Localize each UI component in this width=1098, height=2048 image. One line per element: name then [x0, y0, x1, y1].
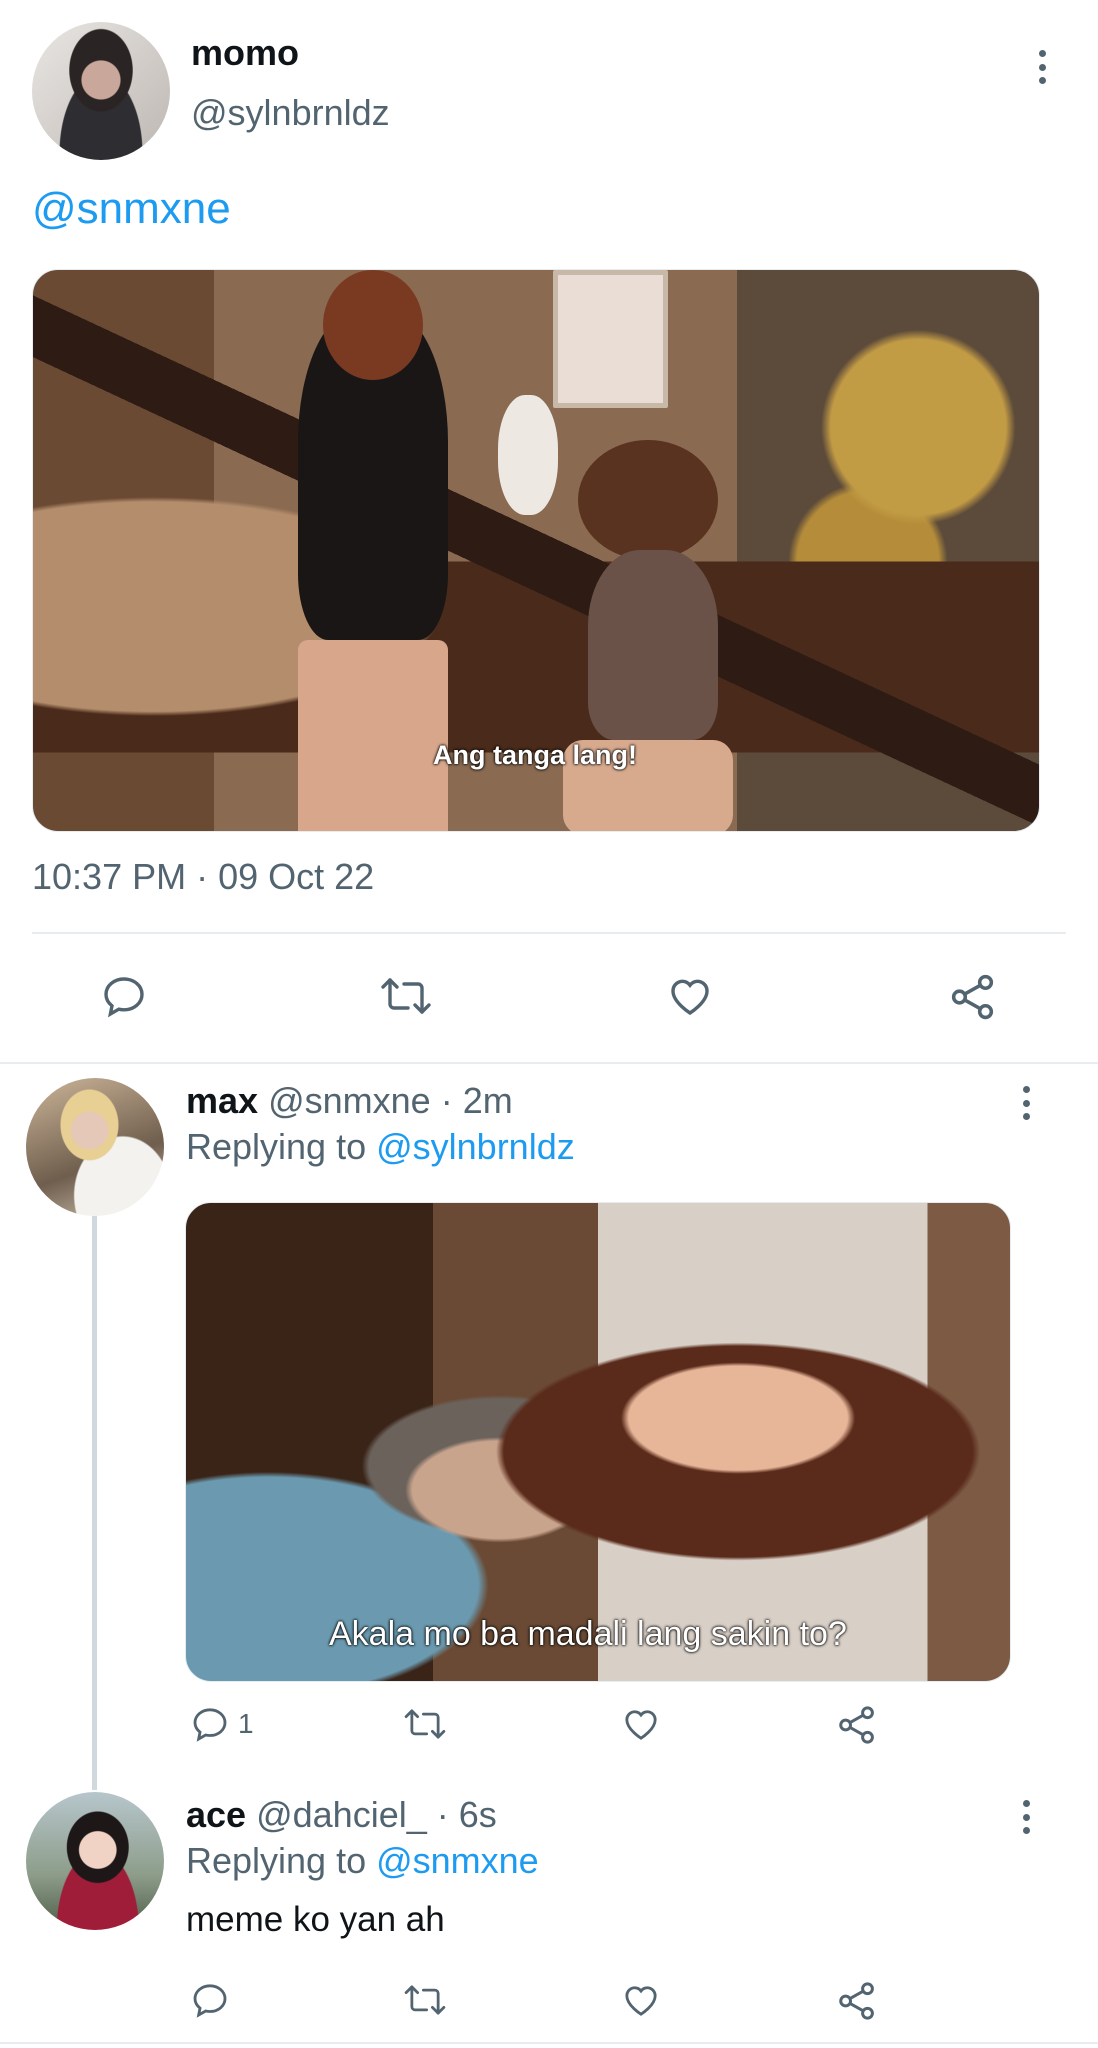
reply-header: ace @dahciel_ · 6s [186, 1794, 497, 1836]
like-button[interactable] [620, 1704, 662, 1744]
avatar[interactable] [26, 1078, 164, 1216]
display-name[interactable]: max [186, 1080, 258, 1121]
user-handle[interactable]: @snmxne [268, 1080, 431, 1121]
reply-icon [193, 1984, 227, 2018]
user-handle[interactable]: @dahciel_ [256, 1794, 427, 1835]
share-button[interactable] [836, 1980, 878, 2022]
replying-to: Replying to @snmxne [186, 1840, 539, 1882]
retweet-icon [404, 1709, 446, 1739]
reply-count: 1 [238, 1708, 254, 1739]
image-caption: Akala mo ba madali lang sakin to? [329, 1615, 847, 1653]
image-caption: Ang tanga lang! [433, 740, 637, 770]
retweet-button[interactable] [402, 1980, 448, 2020]
separator: · [426, 1794, 459, 1835]
heart-icon [625, 1710, 657, 1740]
share-button[interactable] [948, 972, 998, 1022]
heart-icon [671, 979, 709, 1016]
more-options-icon[interactable] [1022, 1800, 1030, 1834]
tweet-image[interactable]: Ang tanga lang! [32, 269, 1040, 832]
separator: · [430, 1080, 463, 1121]
heart-icon [625, 1986, 657, 2016]
more-options-icon[interactable] [1022, 1086, 1030, 1120]
reply-icon [193, 1708, 227, 1742]
like-button[interactable] [620, 1980, 662, 2020]
avatar[interactable] [32, 22, 170, 160]
thread-line [92, 1216, 97, 1790]
share-icon [839, 1706, 874, 1744]
replying-to: Replying to @sylnbrnldz [186, 1126, 575, 1168]
reply-button[interactable] [190, 1980, 230, 2020]
display-name[interactable]: momo [191, 32, 299, 74]
mention-link[interactable]: @snmxne [32, 184, 231, 234]
relative-time[interactable]: 2m [463, 1080, 513, 1121]
retweet-icon [404, 1985, 446, 2015]
share-icon [951, 974, 994, 1020]
share-icon [839, 1982, 874, 2020]
section-divider [0, 1062, 1098, 1064]
tweet-timestamp: 10:37 PM · 09 Oct 22 [32, 856, 375, 897]
user-handle[interactable]: @sylnbrnldz [191, 92, 390, 134]
display-name[interactable]: ace [186, 1794, 246, 1835]
section-divider [0, 2042, 1098, 2044]
replying-to-label: Replying to [186, 1840, 377, 1881]
replying-to-link[interactable]: @snmxne [376, 1840, 539, 1881]
reply-button[interactable]: 1 [190, 1704, 254, 1744]
avatar[interactable] [26, 1792, 164, 1930]
retweet-button[interactable] [402, 1704, 448, 1744]
reply-image[interactable]: Akala mo ba madali lang sakin to? [185, 1202, 1011, 1682]
share-button[interactable] [836, 1704, 878, 1746]
replying-to-link[interactable]: @sylnbrnldz [376, 1126, 575, 1167]
reply-header: max @snmxne · 2m [186, 1080, 513, 1122]
tweet-text: meme ko yan ah [186, 1900, 445, 1939]
divider [32, 932, 1066, 934]
retweet-button[interactable] [378, 972, 434, 1020]
replying-to-label: Replying to [186, 1126, 377, 1167]
retweet-icon [381, 978, 431, 1014]
like-button[interactable] [665, 972, 715, 1020]
more-options-icon[interactable] [1038, 50, 1046, 84]
reply-icon [104, 977, 144, 1018]
reply-button[interactable] [100, 972, 148, 1020]
relative-time[interactable]: 6s [459, 1794, 497, 1835]
